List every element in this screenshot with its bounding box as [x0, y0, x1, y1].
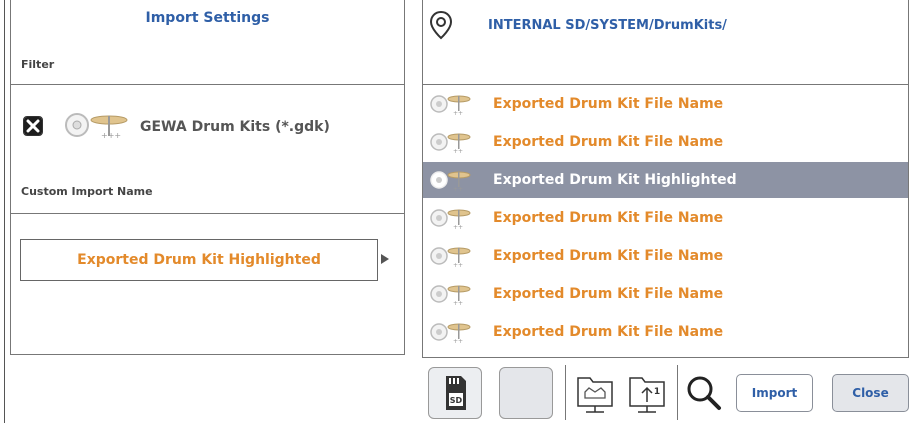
sd-card-icon: SD — [446, 376, 466, 410]
svg-text:++: ++ — [453, 262, 463, 269]
file-row[interactable]: ++ Exported Drum Kit File Name — [423, 238, 908, 274]
toolbar-separator — [677, 365, 678, 420]
file-row-highlighted[interactable]: ++ Exported Drum Kit Highlighted — [423, 162, 908, 198]
folder-up-icon[interactable]: 1 — [626, 372, 670, 416]
import-button[interactable]: Import — [736, 374, 813, 412]
divider — [11, 213, 404, 214]
drumkit-icon: ++ — [430, 247, 471, 269]
checkbox-x-icon — [24, 117, 42, 135]
file-name: Exported Drum Kit File Name — [493, 324, 724, 340]
file-row[interactable]: ++ Exported Drum Kit File Name — [423, 276, 908, 312]
location-pin-icon — [429, 10, 453, 40]
drumkit-icon: ++ — [430, 209, 471, 231]
file-name: Exported Drum Kit File Name — [493, 134, 724, 150]
svg-text:SD: SD — [450, 396, 463, 405]
file-row[interactable]: ++ Exported Drum Kit File Name — [423, 200, 908, 236]
left-border-line — [4, 0, 5, 423]
svg-text:++: ++ — [453, 338, 463, 345]
filter-label: Filter — [21, 58, 55, 71]
svg-text:++: ++ — [453, 300, 463, 307]
svg-text:+++: +++ — [101, 131, 121, 140]
file-row[interactable]: ++ Exported Drum Kit File Name — [423, 86, 908, 122]
file-name: Exported Drum Kit Highlighted — [493, 172, 737, 188]
filter-checkbox[interactable] — [23, 116, 43, 136]
svg-text:++: ++ — [453, 224, 463, 231]
file-name: Exported Drum Kit File Name — [493, 96, 724, 112]
folder-drumkit-icon[interactable] — [574, 372, 618, 416]
filter-option-label: GEWA Drum Kits (*.gdk) — [140, 119, 330, 135]
divider — [423, 84, 908, 85]
svg-text:++: ++ — [453, 110, 463, 117]
file-browser-panel: INTERNAL SD/SYSTEM/DrumKits/ ++ Exported … — [422, 0, 909, 358]
file-row[interactable]: ++ Exported Drum Kit File Name — [423, 124, 908, 160]
current-path: INTERNAL SD/SYSTEM/DrumKits/ — [488, 18, 727, 33]
file-name: Exported Drum Kit File Name — [493, 286, 724, 302]
close-button[interactable]: Close — [832, 374, 909, 412]
panel-title: Import Settings — [145, 10, 270, 26]
drumkit-icon: ++ — [430, 171, 471, 193]
play-arrow-icon[interactable] — [381, 254, 389, 264]
import-settings-panel: Import Settings Filter +++ GEWA Drum Kit… — [10, 0, 405, 355]
svg-text:++: ++ — [453, 148, 463, 155]
custom-name-label: Custom Import Name — [21, 185, 153, 198]
svg-text:1: 1 — [654, 387, 660, 397]
sd-card-button[interactable]: SD — [428, 367, 482, 419]
divider — [11, 84, 404, 85]
custom-import-name-field[interactable]: Exported Drum Kit Highlighted — [20, 239, 378, 281]
file-name: Exported Drum Kit File Name — [493, 210, 724, 226]
drumkit-icon: ++ — [430, 285, 471, 307]
drumkit-icon: ++ — [430, 323, 471, 345]
blank-button[interactable] — [499, 367, 553, 419]
drumkit-icon: ++ — [430, 95, 471, 117]
drumkit-icon: ++ — [430, 133, 471, 155]
toolbar-separator — [565, 365, 566, 420]
svg-text:++: ++ — [453, 186, 463, 193]
drumkit-icon: +++ — [65, 113, 128, 140]
search-icon[interactable] — [684, 373, 726, 415]
file-row[interactable]: ++ Exported Drum Kit File Name — [423, 314, 908, 350]
file-name: Exported Drum Kit File Name — [493, 248, 724, 264]
